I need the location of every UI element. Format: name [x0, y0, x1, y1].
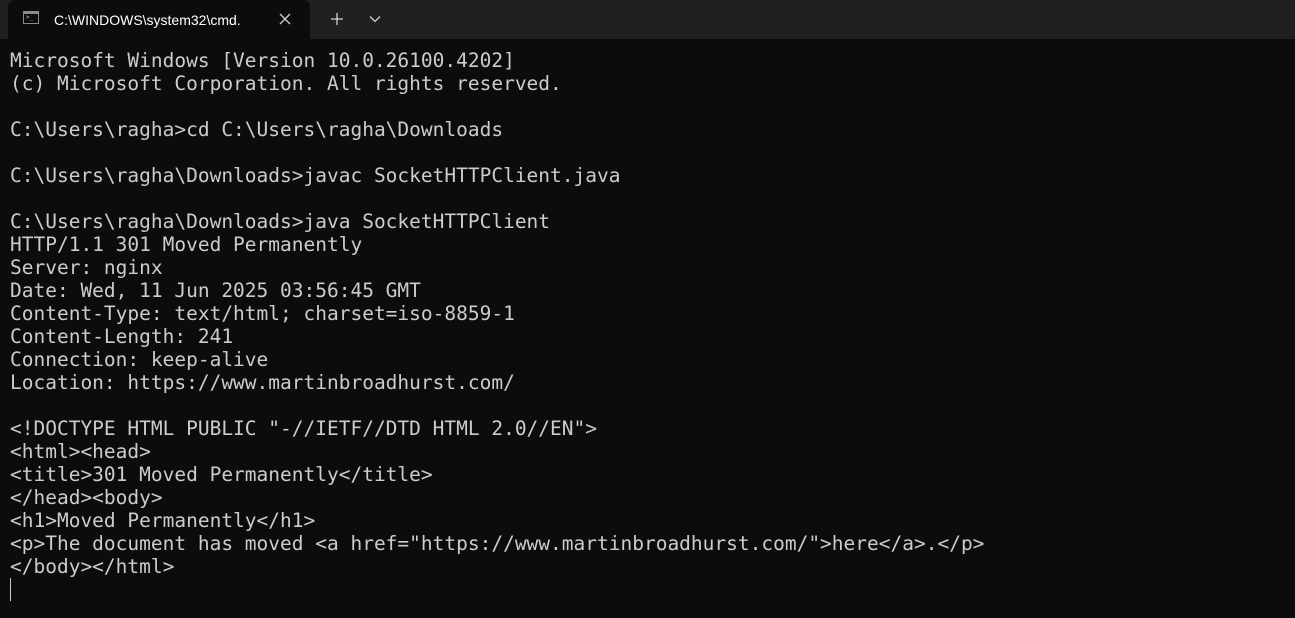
terminal-line: <title>301 Moved Permanently</title> [10, 463, 433, 486]
tab-dropdown-button[interactable] [361, 5, 389, 33]
plus-icon [331, 13, 343, 25]
terminal-window: >_ C:\WINDOWS\system32\cmd. Microsoft Wi… [0, 0, 1295, 618]
tab-close-button[interactable] [273, 7, 297, 31]
terminal-line: Microsoft Windows [Version 10.0.26100.42… [10, 49, 515, 72]
terminal-line: Connection: keep-alive [10, 348, 269, 371]
terminal-line: Content-Type: text/html; charset=iso-885… [10, 302, 515, 325]
terminal-line: <html><head> [10, 440, 151, 463]
terminal-line: Date: Wed, 11 Jun 2025 03:56:45 GMT [10, 279, 421, 302]
title-bar: >_ C:\WINDOWS\system32\cmd. [0, 0, 1295, 39]
terminal-line: <!DOCTYPE HTML PUBLIC "-//IETF//DTD HTML… [10, 417, 597, 440]
close-icon [279, 13, 291, 25]
terminal-line: (c) Microsoft Corporation. All rights re… [10, 72, 562, 95]
terminal-line: Server: nginx [10, 256, 163, 279]
chevron-down-icon [369, 16, 381, 23]
text-cursor [10, 578, 11, 601]
terminal-line: <h1>Moved Permanently</h1> [10, 509, 316, 532]
terminal-output[interactable]: Microsoft Windows [Version 10.0.26100.42… [10, 49, 1285, 609]
terminal-line: Location: https://www.martinbroadhurst.c… [10, 371, 515, 394]
terminal-line: HTTP/1.1 301 Moved Permanently [10, 233, 363, 256]
tab-cmd[interactable]: >_ C:\WINDOWS\system32\cmd. [8, 0, 310, 39]
new-tab-button[interactable] [322, 5, 352, 33]
terminal-line: </head><body> [10, 486, 163, 509]
terminal-icon: >_ [23, 11, 39, 24]
tab-title: C:\WINDOWS\system32\cmd. [54, 12, 241, 28]
terminal-line: </body></html> [10, 555, 175, 578]
terminal-line: C:\Users\ragha\Downloads>javac SocketHTT… [10, 164, 621, 187]
terminal-line: C:\Users\ragha\Downloads>java SocketHTTP… [10, 210, 551, 233]
terminal-line: C:\Users\ragha>cd C:\Users\ragha\Downloa… [10, 118, 504, 141]
terminal-line: Content-Length: 241 [10, 325, 234, 348]
terminal-line: <p>The document has moved <a href="https… [10, 532, 985, 555]
